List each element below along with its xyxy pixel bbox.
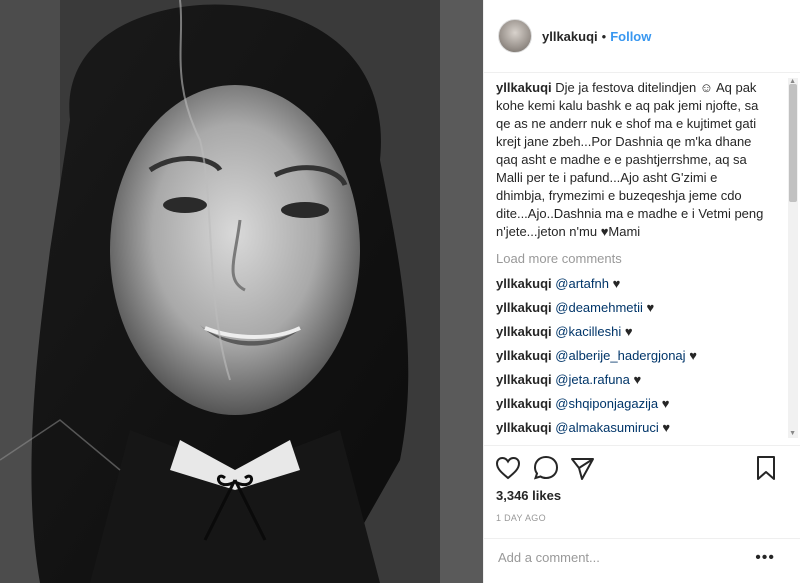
bookmark-icon[interactable] [752,454,780,482]
comment-username[interactable]: yllkakuqi [496,324,552,339]
comment-item: yllkakuqi @artafnh ♥ [496,276,785,291]
share-icon[interactable] [568,454,596,482]
add-comment-input[interactable] [496,549,750,566]
comments-scrollbar-thumb[interactable] [789,84,797,202]
comment-item: yllkakuqi @deamehmetii ♥ [496,300,785,315]
comment-mention[interactable]: @deamehmetii [555,300,643,315]
load-more-comments-button[interactable]: Load more comments [496,251,785,266]
comment-item: yllkakuqi @shqiponjagazija ♥ [496,396,785,411]
heart-glyph: ♥ [689,348,697,363]
heart-glyph: ♥ [662,420,671,435]
comment-icon[interactable] [532,454,560,482]
heart-glyph: ♥ [624,324,633,339]
header-separator: • [601,28,607,44]
comment-item: yllkakuqi @jeta.rafuna ♥ [496,372,785,387]
comment-username[interactable]: yllkakuqi [496,396,552,411]
scroll-down-icon[interactable]: ▼ [789,430,796,437]
follow-button[interactable]: Follow [610,29,651,44]
comments-list[interactable]: yllkakuqi Dje ja festova ditelindjen ☺ A… [484,73,785,445]
comment-item: yllkakuqi @almakasumiruci ♥ [496,420,785,435]
caption-username[interactable]: yllkakuqi [496,80,552,95]
caption-text: Dje ja festova ditelindjen ☺ Aq pak kohe… [496,80,764,239]
comment-mention[interactable]: @jeta.rafuna [555,372,630,387]
avatar[interactable] [498,19,532,53]
comment-username[interactable]: yllkakuqi [496,276,552,291]
comment-mention[interactable]: @kacilleshi [555,324,621,339]
heart-glyph: ♥ [646,300,655,315]
comment-mention[interactable]: @almakasumiruci [555,420,659,435]
comment-item: yllkakuqi @alberije_hadergjonaj ♥ [496,348,785,363]
likes-count[interactable]: 3,346 likes [496,488,561,503]
more-options-icon[interactable]: ••• [755,549,775,567]
portrait-image [0,0,483,583]
post-photo[interactable] [0,0,483,583]
comment-mention[interactable]: @artafnh [555,276,609,291]
heart-glyph: ♥ [661,396,670,411]
comment-username[interactable]: yllkakuqi [496,348,552,363]
comment-username[interactable]: yllkakuqi [496,372,552,387]
post-header: yllkakuqi • Follow [484,0,800,73]
scroll-up-icon[interactable]: ▲ [789,78,796,85]
comment-username[interactable]: yllkakuqi [496,300,552,315]
post-timestamp[interactable]: 1 DAY AGO [496,513,546,523]
caption: yllkakuqi Dje ja festova ditelindjen ☺ A… [496,79,766,241]
heart-glyph: ♥ [633,372,642,387]
comment-username[interactable]: yllkakuqi [496,420,552,435]
add-comment-bar: ••• [484,538,800,584]
post-panel: yllkakuqi • Follow yllkakuqi Dje ja fest… [483,0,800,583]
heart-icon[interactable] [494,454,522,482]
comment-mention[interactable]: @shqiponjagazija [555,396,658,411]
heart-glyph: ♥ [612,276,621,291]
comment-mention[interactable]: @alberije_hadergjonaj [555,348,685,363]
comment-item: yllkakuqi @kacilleshi ♥ [496,324,785,339]
header-username[interactable]: yllkakuqi [542,29,598,44]
